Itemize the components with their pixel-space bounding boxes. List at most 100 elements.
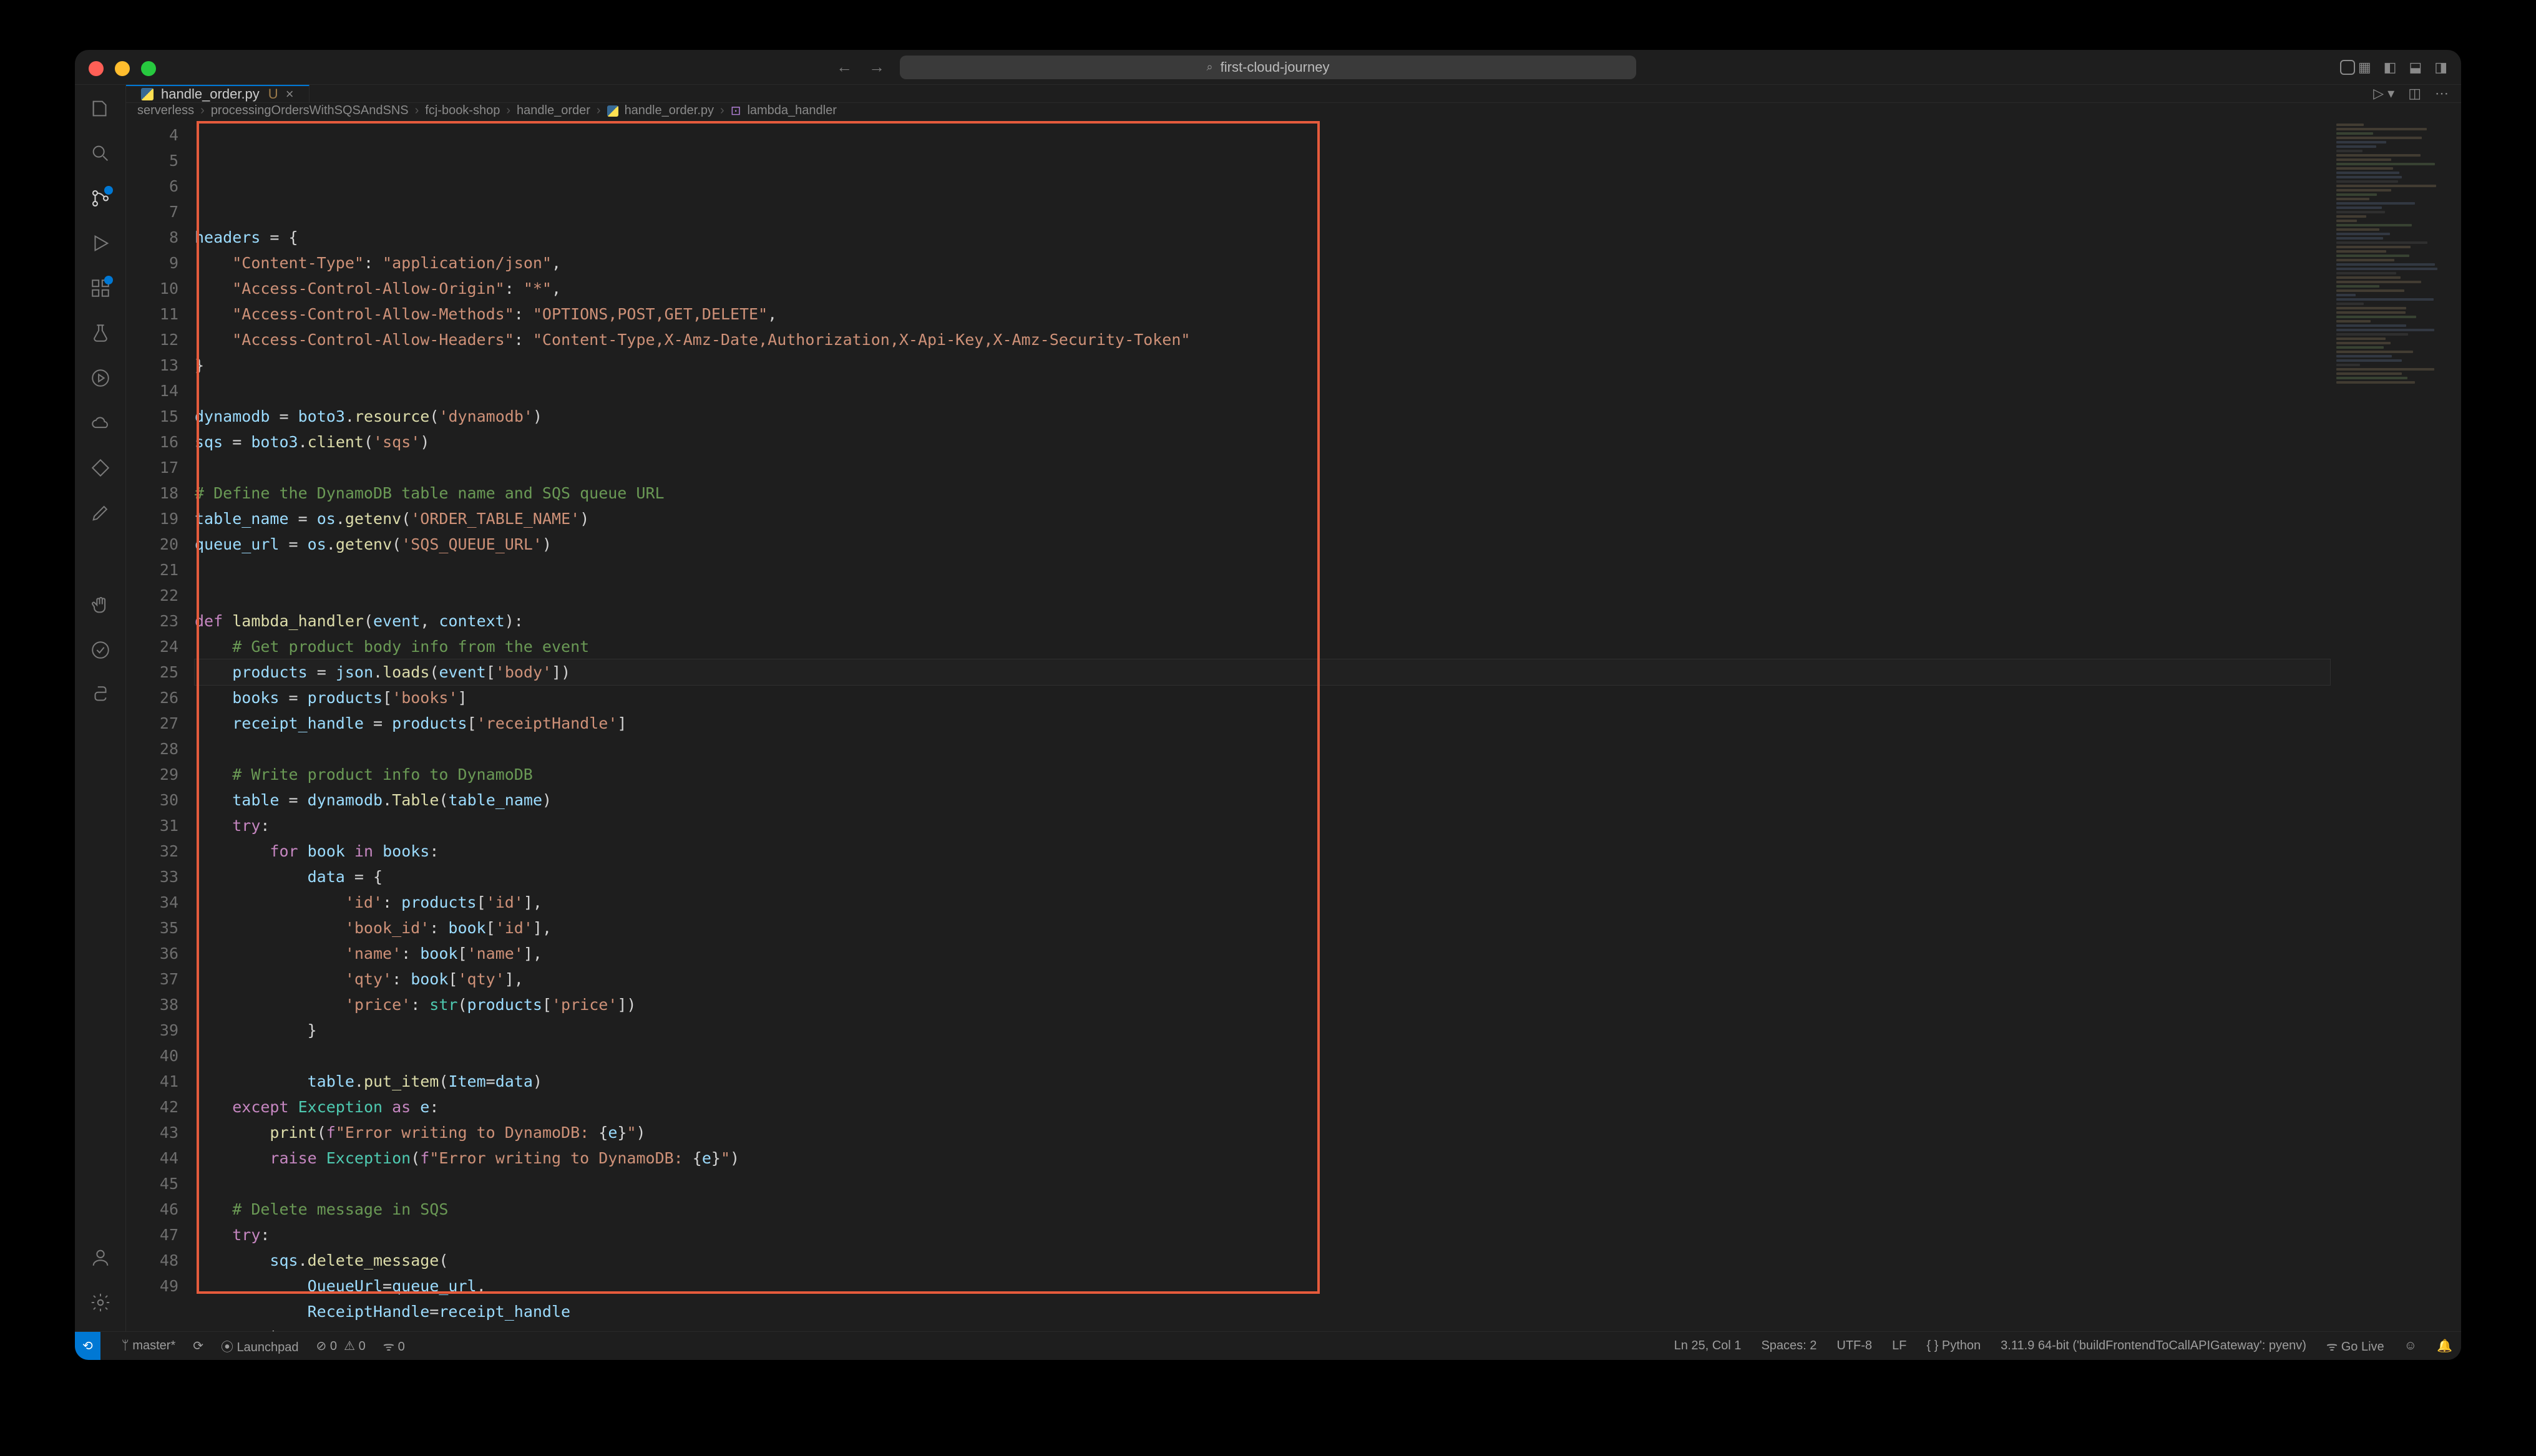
hand-icon[interactable] <box>89 594 112 616</box>
pencil-icon[interactable] <box>89 502 112 524</box>
maximize-window-icon[interactable] <box>141 61 156 76</box>
go-live-status[interactable]: ᯤ Go Live <box>2326 1337 2384 1354</box>
code-line[interactable] <box>195 199 2330 225</box>
notifications-icon[interactable]: 🔔 <box>2437 1338 2452 1354</box>
explorer-icon[interactable] <box>89 97 112 120</box>
account-icon[interactable] <box>89 1246 112 1269</box>
toggle-secondary-sidebar-icon[interactable]: ◨ <box>2434 59 2447 75</box>
code-line[interactable] <box>195 1171 2330 1196</box>
python-interpreter[interactable]: 3.11.9 64-bit ('buildFrontendToCallAPIGa… <box>2001 1339 2306 1353</box>
settings-gear-icon[interactable] <box>89 1291 112 1314</box>
breadcrumb-segment[interactable]: processingOrdersWithSQSAndSNS <box>211 104 409 118</box>
code-line[interactable]: data = { <box>195 864 2330 890</box>
editor[interactable]: 4567891011121314151617181920212223242526… <box>126 119 2461 1360</box>
breadcrumb-segment[interactable]: fcj-book-shop <box>425 104 500 118</box>
cloud-icon[interactable] <box>89 412 112 434</box>
check-circle-icon[interactable] <box>89 639 112 661</box>
launchpad-status[interactable]: ⦿ Launchpad <box>221 1337 299 1355</box>
code-area[interactable]: headers = { "Content-Type": "application… <box>195 119 2330 1360</box>
command-center[interactable]: ⌕ first-cloud-journey <box>900 56 1636 79</box>
feedback-icon[interactable]: ☺ <box>2404 1339 2417 1353</box>
toggle-primary-sidebar-icon[interactable]: ◧ <box>2384 59 2397 75</box>
forward-icon[interactable]: → <box>869 57 885 77</box>
code-line[interactable]: # Define the DynamoDB table name and SQS… <box>195 480 2330 506</box>
problems-status[interactable]: ⊘ 0 ⚠ 0 <box>316 1338 366 1354</box>
minimap[interactable] <box>2330 119 2461 1360</box>
code-line[interactable]: queue_url = os.getenv('SQS_QUEUE_URL') <box>195 531 2330 557</box>
code-line[interactable]: books = products['books'] <box>195 685 2330 711</box>
more-actions-icon[interactable]: ⋯ <box>2435 85 2449 102</box>
breadcrumb[interactable]: serverless › processingOrdersWithSQSAndS… <box>126 103 2461 119</box>
code-line[interactable]: 'name': book['name'], <box>195 941 2330 966</box>
code-line[interactable] <box>195 557 2330 583</box>
code-line[interactable]: "Content-Type": "application/json", <box>195 250 2330 276</box>
code-line[interactable]: try: <box>195 813 2330 838</box>
tab-handle-order[interactable]: handle_order.py U × <box>126 85 310 102</box>
code-line[interactable]: 'qty': book['qty'], <box>195 966 2330 992</box>
code-line[interactable]: table = dynamodb.Table(table_name) <box>195 787 2330 813</box>
breadcrumb-segment[interactable]: handle_order.py <box>625 104 714 118</box>
tab-close-icon[interactable]: × <box>286 86 294 102</box>
eol-status[interactable]: LF <box>1892 1339 1906 1353</box>
breadcrumb-segment[interactable]: serverless <box>137 104 194 118</box>
code-line[interactable]: "Access-Control-Allow-Origin": "*", <box>195 276 2330 301</box>
back-icon[interactable]: ← <box>836 57 852 77</box>
cursor-position[interactable]: Ln 25, Col 1 <box>1674 1339 1742 1353</box>
code-line[interactable]: print(f"Error writing to DynamoDB: {e}") <box>195 1120 2330 1145</box>
code-line[interactable]: sqs.delete_message( <box>195 1248 2330 1273</box>
testing-icon[interactable] <box>89 322 112 344</box>
code-line[interactable]: QueueUrl=queue_url, <box>195 1273 2330 1299</box>
code-line[interactable]: } <box>195 352 2330 378</box>
traffic-lights[interactable] <box>89 61 156 76</box>
run-debug-icon[interactable] <box>89 232 112 255</box>
code-line[interactable] <box>195 583 2330 608</box>
sync-icon[interactable]: ⟳ <box>193 1338 203 1354</box>
layout-grid-icon[interactable]: ▦ <box>2358 59 2371 75</box>
breadcrumb-segment[interactable]: lambda_handler <box>747 104 836 118</box>
code-line[interactable]: ReceiptHandle=receipt_handle <box>195 1299 2330 1324</box>
close-window-icon[interactable] <box>89 61 104 76</box>
code-line[interactable]: raise Exception(f"Error writing to Dynam… <box>195 1145 2330 1171</box>
code-line[interactable] <box>195 1043 2330 1069</box>
code-line[interactable] <box>195 455 2330 480</box>
code-line[interactable]: "Access-Control-Allow-Methods": "OPTIONS… <box>195 301 2330 327</box>
language-mode[interactable]: { } Python <box>1926 1339 1981 1353</box>
run-file-icon[interactable]: ▷ ▾ <box>2373 85 2394 102</box>
copilot-icon[interactable] <box>2340 60 2355 75</box>
minimize-window-icon[interactable] <box>115 61 130 76</box>
code-line[interactable]: headers = { <box>195 225 2330 250</box>
code-line[interactable]: for book in books: <box>195 838 2330 864</box>
code-line[interactable]: dynamodb = boto3.resource('dynamodb') <box>195 404 2330 429</box>
code-line[interactable]: try: <box>195 1222 2330 1248</box>
git-branch[interactable]: ᛘ master* <box>122 1339 175 1353</box>
code-line[interactable]: 'price': str(products['price']) <box>195 992 2330 1017</box>
source-control-icon[interactable] <box>89 187 112 210</box>
code-line[interactable]: table.put_item(Item=data) <box>195 1069 2330 1094</box>
code-line[interactable]: sqs = boto3.client('sqs') <box>195 429 2330 455</box>
code-line[interactable]: # Write product info to DynamoDB <box>195 762 2330 787</box>
code-line[interactable] <box>195 378 2330 404</box>
split-editor-icon[interactable]: ◫ <box>2408 85 2421 102</box>
toggle-panel-icon[interactable]: ⬓ <box>2409 59 2422 75</box>
search-activity-icon[interactable] <box>89 142 112 165</box>
tag-icon[interactable] <box>89 457 112 479</box>
code-line[interactable]: 'book_id': book['id'], <box>195 915 2330 941</box>
indentation-status[interactable]: Spaces: 2 <box>1761 1339 1817 1353</box>
code-line[interactable]: except Exception as e: <box>195 1094 2330 1120</box>
code-line[interactable]: # Delete message in SQS <box>195 1196 2330 1222</box>
code-line[interactable]: # Get product body info from the event <box>195 634 2330 659</box>
code-line[interactable] <box>195 736 2330 762</box>
code-line[interactable]: table_name = os.getenv('ORDER_TABLE_NAME… <box>195 506 2330 531</box>
code-line[interactable]: receipt_handle = products['receiptHandle… <box>195 711 2330 736</box>
code-line[interactable]: def lambda_handler(event, context): <box>195 608 2330 634</box>
ports-status[interactable]: ᯤ 0 <box>383 1337 405 1354</box>
remote-indicator[interactable]: ⟲ <box>75 1332 100 1361</box>
python-env-icon[interactable] <box>89 684 112 706</box>
code-line[interactable]: } <box>195 1017 2330 1043</box>
breadcrumb-segment[interactable]: handle_order <box>517 104 590 118</box>
code-line[interactable]: 'id': products['id'], <box>195 890 2330 915</box>
code-line[interactable]: "Access-Control-Allow-Headers": "Content… <box>195 327 2330 352</box>
encoding-status[interactable]: UTF-8 <box>1836 1339 1872 1353</box>
circle-play-icon[interactable] <box>89 367 112 389</box>
extensions-icon[interactable] <box>89 277 112 299</box>
